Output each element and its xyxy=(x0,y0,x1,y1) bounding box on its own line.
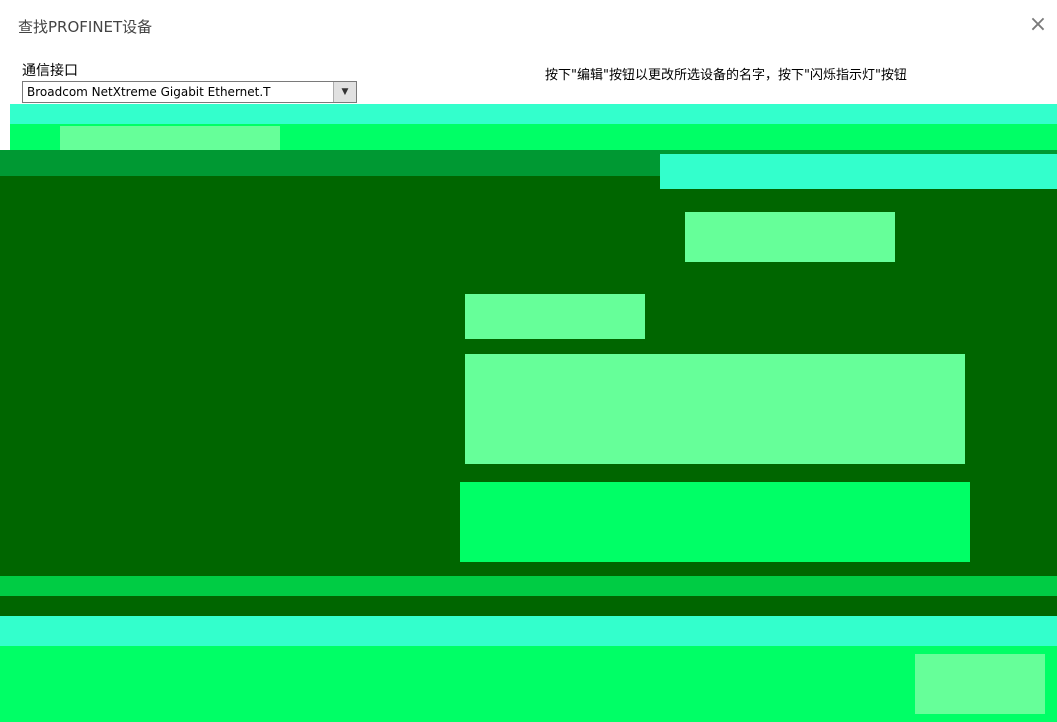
corrupted-band xyxy=(0,616,1057,646)
chevron-down-icon[interactable]: ▼ xyxy=(333,82,356,102)
corrupted-band xyxy=(0,646,1057,722)
corrupted-band xyxy=(0,576,1057,596)
interface-select[interactable]: Broadcom NetXtreme Gigabit Ethernet.T ▼ xyxy=(22,81,357,103)
corrupted-band xyxy=(10,104,1057,124)
corrupted-band xyxy=(60,126,280,150)
corrupted-block xyxy=(465,354,965,464)
corrupted-block xyxy=(915,654,1045,714)
corrupted-block xyxy=(460,482,970,562)
interface-select-value: Broadcom NetXtreme Gigabit Ethernet.T xyxy=(27,85,271,99)
title-bar: 查找PROFINET设备 × xyxy=(0,0,1057,50)
corrupted-region xyxy=(0,104,1057,722)
corrupted-band xyxy=(0,596,1057,616)
close-icon[interactable]: × xyxy=(1022,10,1054,40)
instruction-text: 按下"编辑"按钮以更改所选设备的名字，按下"闪烁指示灯"按钮 xyxy=(545,68,907,82)
corrupted-block xyxy=(465,294,645,339)
window-title: 查找PROFINET设备 xyxy=(18,18,153,36)
interface-label: 通信接口 xyxy=(22,63,78,79)
corrupted-block xyxy=(685,212,895,262)
corrupted-block xyxy=(660,154,1057,189)
